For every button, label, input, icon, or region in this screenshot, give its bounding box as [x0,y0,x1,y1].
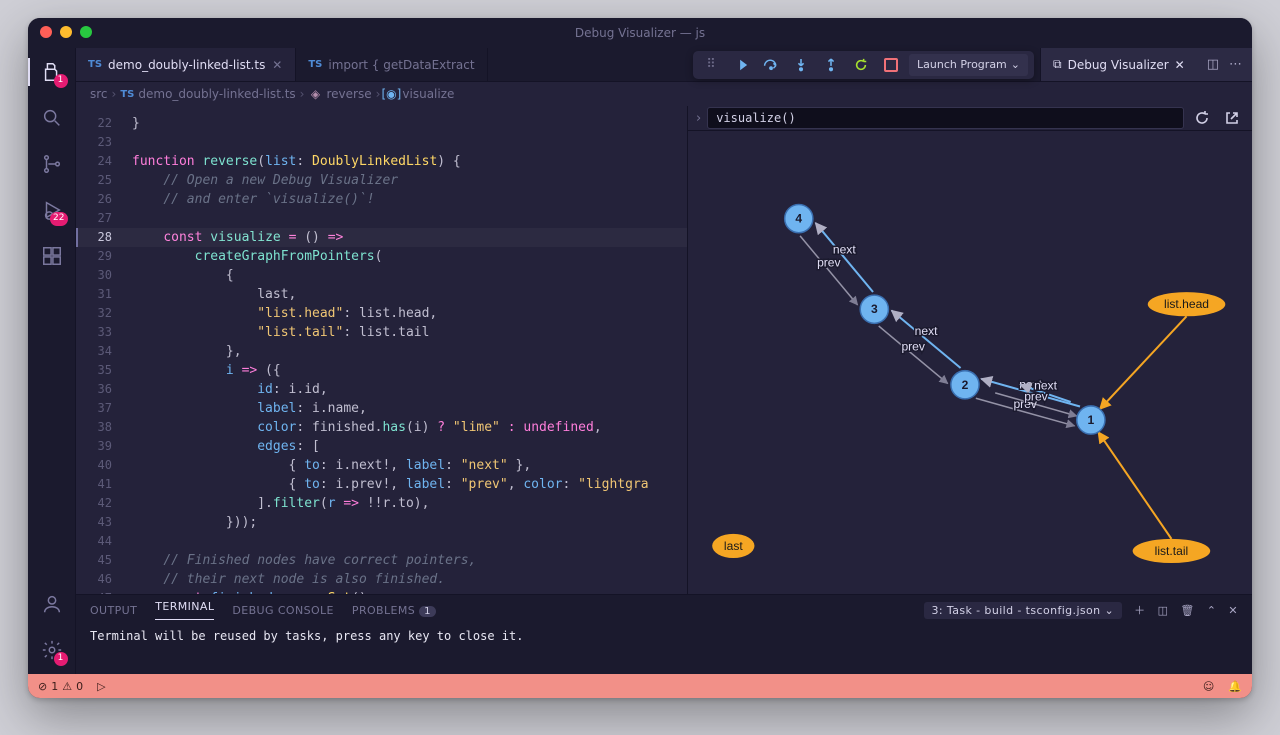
debug-visualizer: › prevnextprevnextprevnextnextpre [687,106,1252,594]
stop-icon[interactable] [879,53,903,77]
launch-config[interactable]: Launch Program ⌄ [909,54,1028,76]
chevron-right-icon: › [300,87,305,101]
step-over-icon[interactable] [759,53,783,77]
lang-icon: TS [120,89,134,100]
svg-text:last: last [724,539,743,553]
gutter: 2223242526272829303132333435363738394041… [76,114,120,594]
step-into-icon[interactable] [789,53,813,77]
main: 1 22 1 [28,48,1252,674]
panel-tab-debug-console[interactable]: DEBUG CONSOLE [232,604,334,617]
bc-part: visualize [402,87,454,101]
split: 2223242526272829303132333435363738394041… [76,106,1252,594]
panel-tab-terminal[interactable]: TERMINAL [155,600,214,620]
variable-icon: [◉] [384,87,398,101]
chevron-right-icon: › [112,87,117,101]
breadcrumbs[interactable]: src › TS demo_doubly-linked-list.ts › ◈ … [76,82,1252,106]
statusbar: ⊘1 ⚠0 ▷ ☺ 🔔 [28,674,1252,698]
error-icon: ⊘ [38,680,47,693]
account-icon[interactable] [38,590,66,618]
titlebar: Debug Visualizer — js [28,18,1252,48]
window: Debug Visualizer — js 1 22 [28,18,1252,698]
editor-area: TS demo_doubly-linked-list.ts ✕ TS impor… [76,48,1252,674]
svg-text:next: next [915,324,938,338]
visualizer-icon: ⧉ [1053,57,1062,72]
zoom-icon[interactable] [80,26,92,38]
explorer-badge: 1 [54,74,68,88]
tab-label: Debug Visualizer [1068,58,1169,72]
chevron-right-icon: › [376,87,381,101]
bc-part: reverse [326,87,371,101]
panel-tab-output[interactable]: OUTPUT [90,604,137,617]
window-controls [40,26,92,38]
current-line-highlight [76,228,687,247]
tabbar: TS demo_doubly-linked-list.ts ✕ TS impor… [76,48,1252,82]
svg-text:3: 3 [871,302,878,316]
extensions-icon[interactable] [38,242,66,270]
close-icon[interactable]: ✕ [271,58,283,72]
minimize-icon[interactable] [60,26,72,38]
bc-part: src [90,87,108,101]
visualizer-toolbar: › [688,106,1252,131]
drag-handle-icon[interactable]: ⠿ [699,53,723,77]
search-icon[interactable] [38,104,66,132]
refresh-icon[interactable] [1190,106,1214,130]
debug-toolbar: ⠿ Launch Program ⌄ [693,51,1034,79]
svg-text:list.tail: list.tail [1155,544,1189,558]
source-control-icon[interactable] [38,150,66,178]
gear-icon[interactable]: 1 [38,636,66,664]
visualizer-canvas[interactable]: prevnextprevnextprevnextnextprevlist.hea… [688,131,1252,618]
activitybar: 1 22 1 [28,48,76,674]
code-editor[interactable]: 2223242526272829303132333435363738394041… [76,106,687,594]
explorer-icon[interactable]: 1 [38,58,66,86]
terminal-body[interactable]: Terminal will be reused by tasks, press … [76,625,1252,674]
lang-icon: TS [88,59,102,70]
chevron-down-icon: ⌄ [1011,58,1020,71]
window-title: Debug Visualizer — js [575,26,705,40]
code-body: } function reverse(list: DoublyLinkedLis… [76,106,687,594]
tab-file[interactable]: TS demo_doubly-linked-list.ts ✕ [76,48,296,81]
tab-label: import { getDataExtract [328,58,474,72]
close-icon[interactable]: ✕ [1175,58,1185,72]
lang-icon: TS [308,59,322,70]
svg-text:next: next [833,242,856,256]
svg-text:prev: prev [901,340,925,354]
svg-text:prev: prev [1024,389,1048,403]
open-external-icon[interactable] [1220,106,1244,130]
svg-text:1: 1 [1087,413,1094,427]
tab-visualizer[interactable]: ⧉ Debug Visualizer ✕ [1040,48,1197,81]
split-editor-icon[interactable]: ◫ [1207,57,1219,72]
warning-icon: ⚠ [62,680,72,693]
svg-text:2: 2 [962,378,969,392]
chevron-right-icon[interactable]: › [696,111,701,126]
step-out-icon[interactable] [819,53,843,77]
restart-icon[interactable] [849,53,873,77]
panel-tab-problems[interactable]: PROBLEMS1 [352,604,436,617]
visualizer-input[interactable] [707,107,1184,129]
svg-text:list.head: list.head [1164,297,1209,311]
run-debug-icon[interactable]: 22 [38,196,66,224]
tab-snippet[interactable]: TS import { getDataExtract [296,48,487,81]
continue-icon[interactable] [729,53,753,77]
svg-text:4: 4 [795,212,802,226]
bell-icon[interactable]: 🔔 [1228,680,1242,693]
bc-part: demo_doubly-linked-list.ts [138,87,295,101]
editor-actions: ◫ ⋯ [1197,48,1252,81]
status-problems[interactable]: ⊘1 ⚠0 [38,680,83,693]
close-icon[interactable] [40,26,52,38]
debug-badge: 22 [50,212,67,226]
method-icon: ◈ [308,87,322,101]
more-icon[interactable]: ⋯ [1229,57,1242,72]
settings-badge: 1 [54,652,68,666]
status-debug-start[interactable]: ▷ [97,680,105,693]
play-icon: ▷ [97,680,105,693]
feedback-icon[interactable]: ☺ [1203,680,1214,693]
svg-text:prev: prev [817,255,841,269]
launch-label: Launch Program [917,58,1007,71]
tab-label: demo_doubly-linked-list.ts [108,58,265,72]
